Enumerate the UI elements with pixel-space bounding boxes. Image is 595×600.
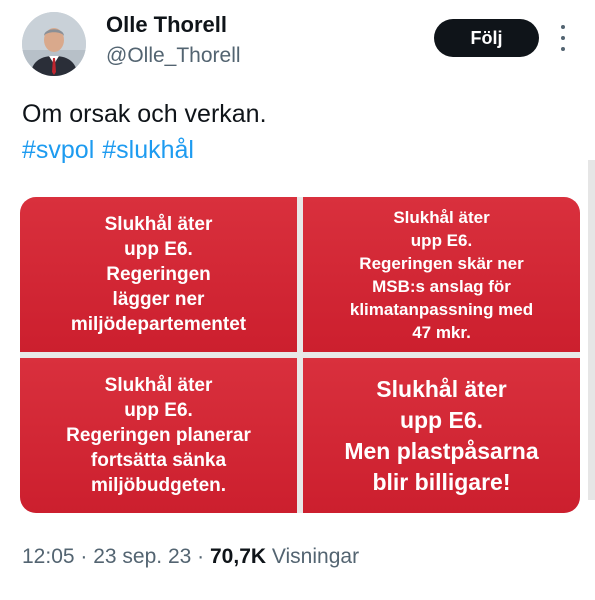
image-tile: Slukhål äter upp E6. Regeringen lägger n… xyxy=(20,197,297,352)
more-options-icon[interactable] xyxy=(555,25,571,51)
separator-dot: · xyxy=(197,545,210,568)
image-tile-text: Slukhål äter upp E6. Regeringen planerar… xyxy=(66,375,251,496)
image-tile: Slukhål äter upp E6. Regeringen skär ner… xyxy=(303,197,580,352)
image-tile: Slukhål äter upp E6. Men plastpåsarna bl… xyxy=(303,358,580,513)
tweet-body: Om orsak och verkan. xyxy=(22,100,267,128)
tweet-image[interactable]: Slukhål äter upp E6. Regeringen lägger n… xyxy=(20,197,580,513)
profile-photo xyxy=(22,12,86,76)
views-count: 70,7K xyxy=(210,545,267,568)
tweet-date[interactable]: 23 sep. 23 xyxy=(93,545,191,568)
hashtag-link[interactable]: #slukhål xyxy=(102,136,194,164)
avatar[interactable] xyxy=(22,12,86,76)
image-tile: Slukhål äter upp E6. Regeringen planerar… xyxy=(20,358,297,513)
hashtags: #svpol #slukhål xyxy=(22,132,267,168)
views-label: Visningar xyxy=(271,545,360,568)
tweet-text: Om orsak och verkan. #svpol #slukhål xyxy=(22,96,267,168)
author-handle[interactable]: @Olle_Thorell xyxy=(106,44,241,68)
follow-button[interactable]: Följ xyxy=(434,19,539,57)
image-tile-text: Slukhål äter upp E6. Regeringen skär ner… xyxy=(349,207,534,342)
tweet-metadata: 12:05 · 23 sep. 23 · 70,7K Visningar xyxy=(22,545,359,569)
tweet-time[interactable]: 12:05 xyxy=(22,545,75,568)
scrollbar[interactable] xyxy=(588,160,595,500)
image-tile-text: Slukhål äter upp E6. Men plastpåsarna bl… xyxy=(344,375,539,495)
author-name[interactable]: Olle Thorell xyxy=(106,12,227,38)
hashtag-link[interactable]: #svpol xyxy=(22,136,94,164)
image-tile-text: Slukhål äter upp E6. Regeringen lägger n… xyxy=(70,214,247,335)
separator-dot: · xyxy=(80,545,94,568)
